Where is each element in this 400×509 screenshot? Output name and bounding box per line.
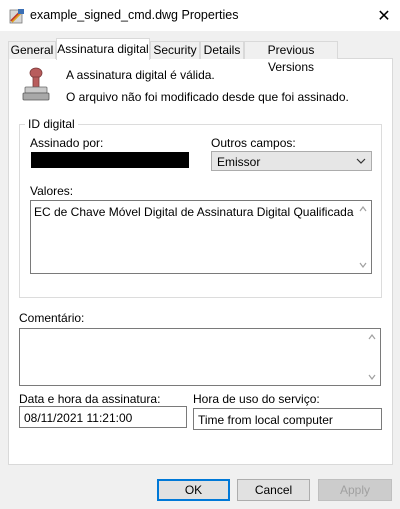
signature-datetime-field[interactable]: 08/11/2021 11:21:00 <box>19 406 187 428</box>
values-text: EC de Chave Móvel Digital de Assinatura … <box>34 205 371 219</box>
tab-details[interactable]: Details <box>200 41 244 59</box>
comment-label: Comentário: <box>19 311 85 325</box>
dwg-file-icon <box>9 9 24 24</box>
comment-textarea[interactable] <box>19 328 381 386</box>
apply-button[interactable]: Apply <box>318 479 392 501</box>
other-fields-dropdown[interactable]: Emissor <box>211 151 372 171</box>
service-time-value: Time from local computer <box>198 413 333 427</box>
ok-button[interactable]: OK <box>157 479 230 501</box>
file-unmodified-text: O arquivo não foi modificado desde que f… <box>66 90 349 104</box>
signature-datetime-label: Data e hora da assinatura: <box>19 392 161 406</box>
values-textarea[interactable]: EC de Chave Móvel Digital de Assinatura … <box>30 200 372 274</box>
values-label: Valores: <box>30 184 74 198</box>
signed-by-redacted-field <box>31 152 189 168</box>
digital-id-group-title: ID digital <box>25 117 78 131</box>
cancel-button[interactable]: Cancel <box>237 479 310 501</box>
scroll-down-icon[interactable] <box>364 369 380 385</box>
close-icon: ✕ <box>377 7 391 25</box>
other-fields-label: Outros campos: <box>211 136 296 150</box>
scroll-up-icon[interactable] <box>364 329 380 345</box>
signed-by-label: Assinado por: <box>30 136 104 150</box>
values-scrollbar[interactable] <box>355 201 371 273</box>
scroll-down-icon[interactable] <box>355 257 371 273</box>
chevron-down-icon <box>356 158 366 164</box>
scroll-up-icon[interactable] <box>355 201 371 217</box>
tab-general[interactable]: General <box>8 41 56 59</box>
service-time-label: Hora de uso do serviço: <box>193 392 320 406</box>
tab-digital-signature[interactable]: Assinatura digital <box>56 38 150 60</box>
tab-previous-versions[interactable]: Previous Versions <box>244 41 338 74</box>
other-fields-selected-value: Emissor <box>217 155 261 169</box>
signature-datetime-value: 08/11/2021 11:21:00 <box>24 411 133 425</box>
comment-scrollbar[interactable] <box>364 329 380 385</box>
signature-valid-text: A assinatura digital é válida. <box>66 68 215 82</box>
service-time-field[interactable]: Time from local computer <box>193 408 382 430</box>
window-title: example_signed_cmd.dwg Properties <box>30 8 239 22</box>
signature-stamp-icon <box>22 67 50 101</box>
close-button[interactable]: ✕ <box>368 0 400 31</box>
tab-security[interactable]: Security <box>150 41 200 59</box>
